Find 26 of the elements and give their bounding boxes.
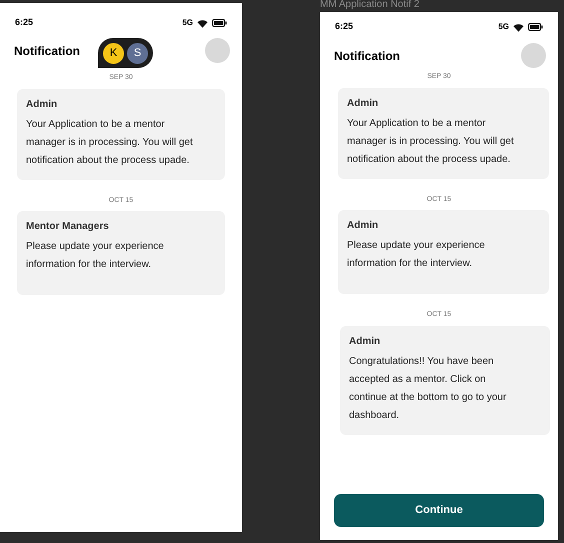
sender-name: Admin bbox=[26, 98, 58, 112]
notification-message: Please update your experience information for the interview. bbox=[347, 239, 486, 271]
wifi-icon bbox=[197, 18, 208, 28]
collaborator-avatar: K bbox=[101, 40, 126, 66]
wifi-icon bbox=[513, 22, 524, 32]
status-time: 6:25 bbox=[335, 20, 354, 34]
notification-message: Your Application to be a mentor manager is in processing. You will get notification about the process upade. bbox=[347, 116, 515, 166]
battery-icon bbox=[212, 19, 227, 27]
collaborator-avatar: S bbox=[125, 40, 150, 66]
screen-title: Notification bbox=[334, 48, 400, 64]
sender-name: Admin bbox=[347, 96, 380, 110]
notification-message: Congratulations!! You have been accepted as a mentor. Click on continue at the bottom to go to your dashboard. bbox=[349, 354, 508, 422]
screen-title: Notification bbox=[14, 42, 80, 60]
notification-message: Your Application to be a mentor manager is in processing. You will get notification about the process upade. bbox=[26, 118, 194, 168]
avatar-icon[interactable] bbox=[521, 43, 546, 68]
notification-message: Please update your experience information for the interview. bbox=[26, 240, 165, 272]
sender-name: Admin bbox=[349, 334, 382, 348]
battery-icon bbox=[528, 23, 543, 31]
sender-name: Mentor Managers bbox=[26, 220, 110, 234]
frame-label: MM Application Notif 2 bbox=[320, 0, 420, 12]
network-label: 5G bbox=[182, 17, 193, 29]
continue-button[interactable]: Continue bbox=[334, 494, 544, 527]
avatar-icon[interactable] bbox=[205, 38, 230, 63]
sender-name: Admin bbox=[347, 219, 380, 233]
network-label: 5G bbox=[498, 21, 509, 33]
status-time: 6:25 bbox=[15, 16, 34, 30]
